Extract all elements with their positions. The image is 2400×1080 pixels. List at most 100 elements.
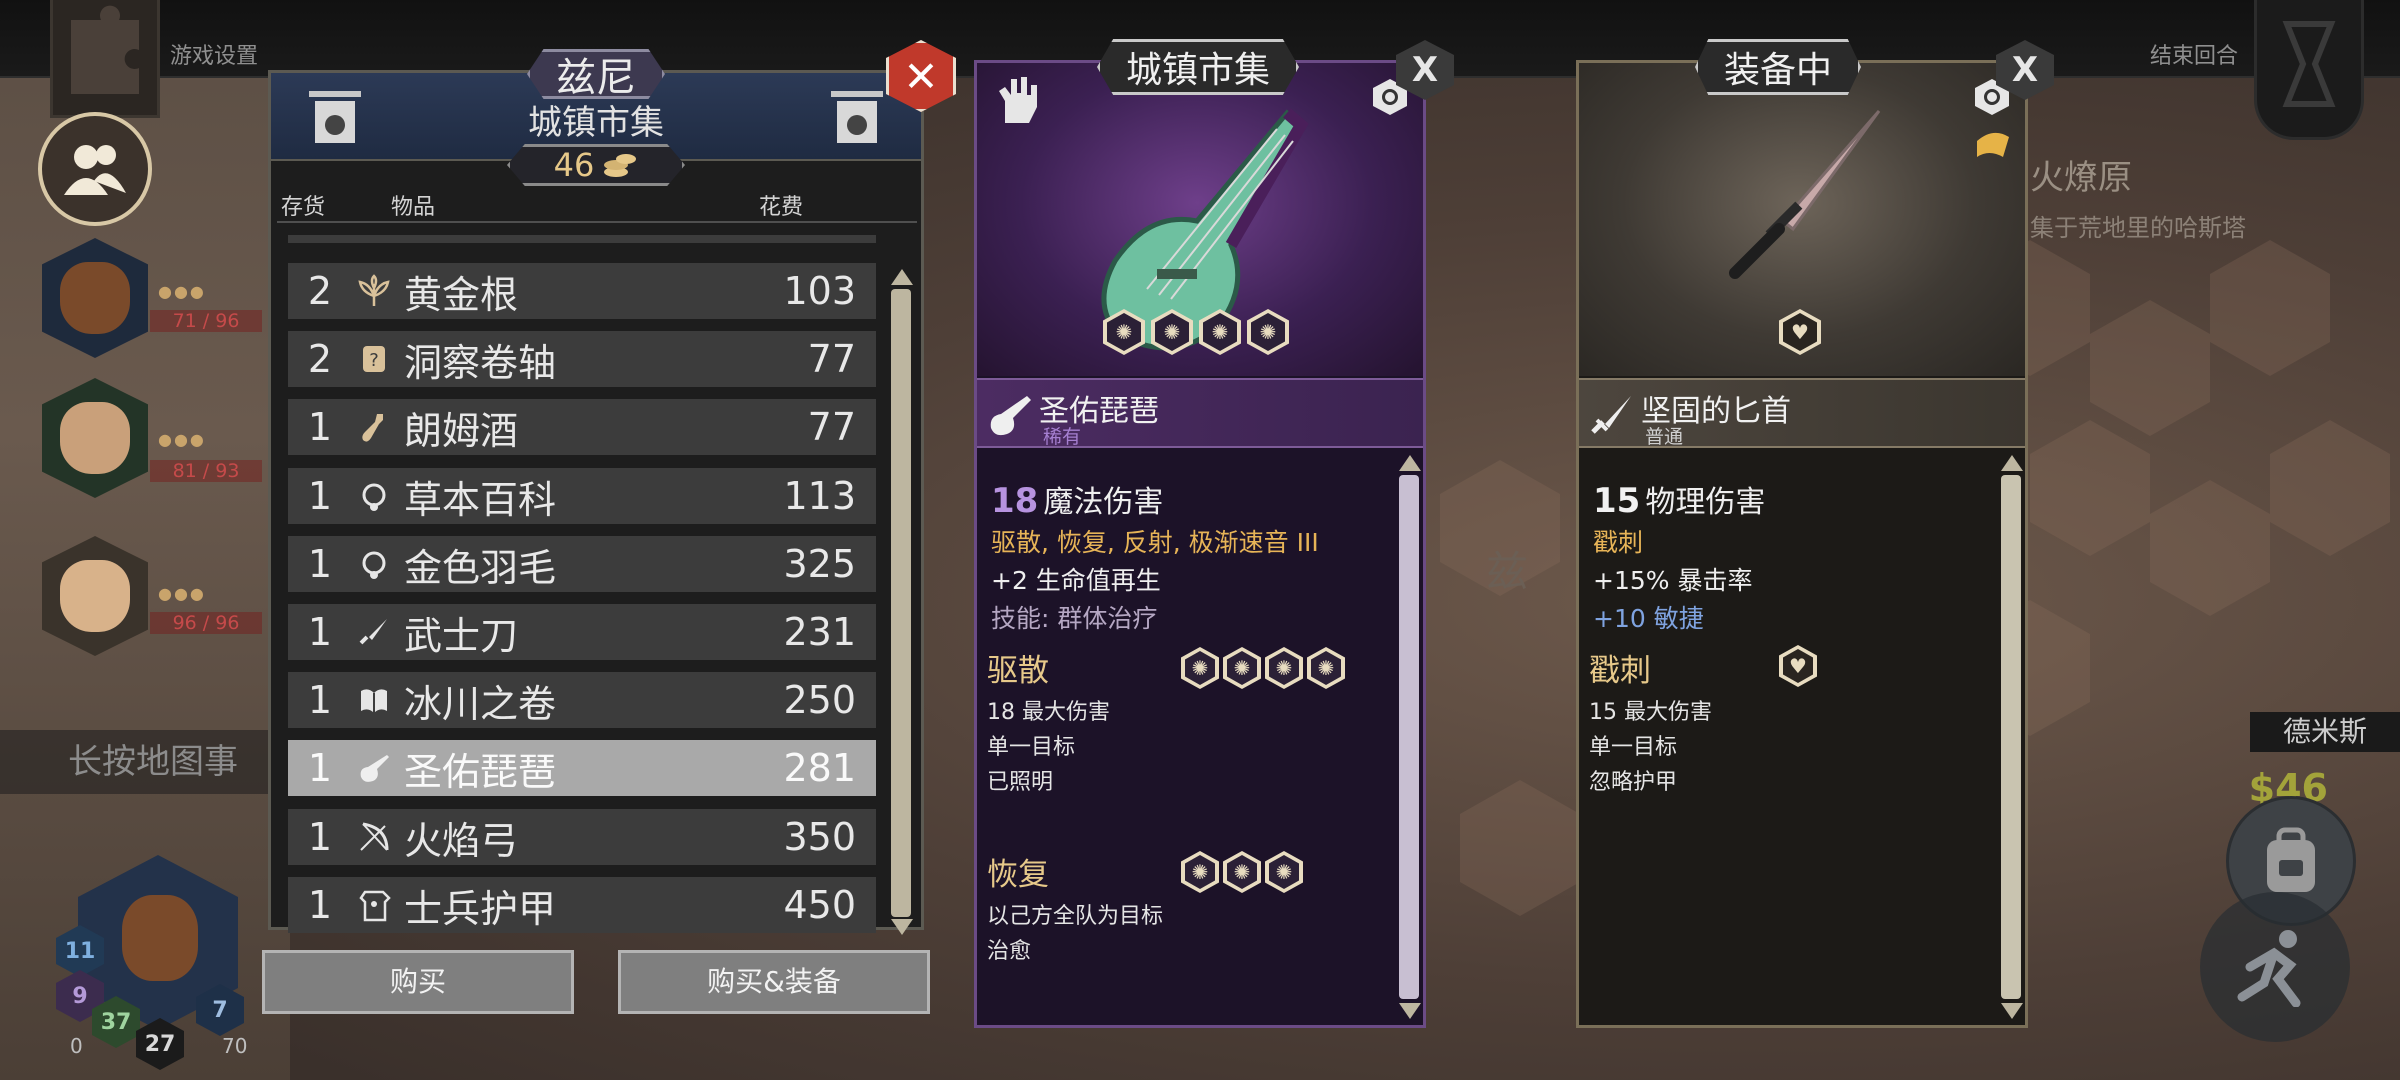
- shop-item-row[interactable]: 1 武士刀 231: [288, 604, 876, 660]
- item-quantity: 1: [307, 542, 333, 586]
- item-quantity: 1: [307, 883, 333, 927]
- item-traits: 戳刺: [1593, 528, 1644, 557]
- hero-action-dots: ●●●: [158, 282, 206, 301]
- puzzle-icon: [71, 5, 139, 94]
- skill-name: 戳刺: [1589, 653, 1651, 689]
- map-hex-tile: [2270, 420, 2390, 556]
- settings-button[interactable]: [50, 0, 160, 118]
- card-scrollbar[interactable]: [2001, 475, 2021, 999]
- necklace-icon: [352, 479, 396, 513]
- item-quantity: 2: [307, 269, 333, 313]
- damage-type: 魔法伤害: [1043, 485, 1164, 520]
- market-item-card: ✺ ✺ ✺ ✺ 城镇市集 圣佑琵琶 稀有 18 魔法伤害 驱散, 恢复, 反射,…: [974, 39, 1426, 1028]
- skill-desc-line: 18 最大伤害: [987, 700, 1110, 725]
- card-scroll-down[interactable]: [2001, 1003, 2023, 1019]
- hero-face: [122, 895, 198, 981]
- scroll-down-arrow[interactable]: [891, 919, 913, 935]
- end-turn-button[interactable]: [2254, 0, 2364, 140]
- item-title-bar: 圣佑琵琶 稀有: [977, 378, 1423, 448]
- item-skill-line: 技能: 群体治疗: [991, 604, 1158, 633]
- shop-item-list[interactable]: 2 黄金根 103 2? 洞察卷轴 77 1 朗姆酒 77 1 草本百科 113 1 金色羽毛 325 1 武士…: [271, 73, 921, 933]
- running-man-icon: [2237, 930, 2301, 1007]
- bow-icon: [352, 820, 396, 854]
- shop-item-row[interactable]: 1 圣佑琵琶 281: [288, 740, 876, 796]
- card-scroll-up[interactable]: [2001, 455, 2023, 471]
- item-title-bar: 坚固的匕首 普通: [1579, 378, 2025, 448]
- hero-face: [60, 262, 130, 334]
- damage-value: 15: [1593, 481, 1641, 521]
- sprint-button[interactable]: [2200, 892, 2350, 1042]
- item-quantity: 1: [307, 610, 333, 654]
- item-name: 圣佑琵琶: [404, 749, 557, 794]
- shop-item-row[interactable]: 1 朗姆酒 77: [288, 399, 876, 455]
- party-button[interactable]: [38, 112, 152, 226]
- skill-desc-line: 忽略护甲: [1589, 770, 1678, 795]
- item-name: 金色羽毛: [404, 545, 557, 590]
- item-price: 113: [783, 474, 856, 518]
- skill-cost-row: ✺ ✺ ✺ ✺: [1181, 647, 1345, 689]
- buy-button[interactable]: 购买: [262, 950, 574, 1014]
- settings-label[interactable]: 游戏设置: [170, 38, 258, 70]
- map-place-name: 火燎原: [2030, 158, 2132, 198]
- item-name: 火焰弓: [404, 818, 519, 863]
- item-quantity: 1: [307, 474, 333, 518]
- skill-pip-icon: ✺: [1181, 851, 1219, 893]
- item-price: 250: [783, 678, 856, 722]
- shop-item-row[interactable]: 2 黄金根 103: [288, 263, 876, 319]
- shop-item-row[interactable]: 1 火焰弓 350: [288, 809, 876, 865]
- damage-line: 18 魔法伤害: [991, 477, 1163, 521]
- npc-name-label: 德米斯: [2250, 712, 2400, 752]
- buy-equip-button[interactable]: 购买&装备: [618, 950, 930, 1014]
- item-price: 325: [783, 542, 856, 586]
- scroll-up-arrow[interactable]: [891, 269, 913, 285]
- shop-panel: 城镇市集 兹尼 46 存货 物品 花费 2 黄金根 103 2? 洞察卷轴 77 1 朗姆酒 7…: [268, 49, 924, 935]
- item-price: 77: [807, 337, 856, 381]
- scrollbar-thumb[interactable]: [891, 289, 911, 917]
- skill-pip-icon: ✺: [1265, 647, 1303, 689]
- skill-desc-line: 治愈: [987, 939, 1032, 964]
- hand-icon: [999, 77, 1037, 123]
- book-icon: [352, 683, 396, 717]
- skill-pip-icon: ✺: [1103, 309, 1145, 355]
- skill-cost-row: ✺ ✺ ✺ ✺: [1103, 309, 1289, 355]
- bottle-icon: [352, 410, 396, 444]
- item-price: 231: [783, 610, 856, 654]
- equip-card-tab: 装备中: [1695, 39, 1862, 95]
- card-scroll-down[interactable]: [1399, 1003, 1421, 1019]
- hero-hp-bar: 71 / 96: [150, 310, 262, 332]
- end-turn-label[interactable]: 结束回合: [2150, 38, 2238, 70]
- item-price: 77: [807, 405, 856, 449]
- hero-hp-bar: 96 / 96: [150, 612, 262, 634]
- sword-icon: [352, 615, 396, 649]
- card-scroll-up[interactable]: [1399, 455, 1421, 471]
- shop-item-row[interactable]: 1 冰川之卷 250: [288, 672, 876, 728]
- scroll-icon: ?: [352, 342, 396, 376]
- skill-name: 驱散: [987, 653, 1049, 689]
- item-art-area: ✺ ✺ ✺ ✺: [977, 63, 1423, 376]
- item-name: 草本百科: [404, 477, 557, 522]
- map-town-label: 兹: [1486, 547, 1529, 596]
- skill-desc: 18 最大伤害 单一目标 已照明: [987, 695, 1110, 800]
- skill-pip-icon: ✺: [1307, 647, 1345, 689]
- item-quantity: 1: [307, 678, 333, 722]
- map-hex-tile: [1460, 780, 1580, 916]
- skill-name: 恢复: [987, 857, 1049, 893]
- dagger-art-icon: [1729, 110, 1881, 279]
- hero-action-dots: ●●●: [158, 430, 206, 449]
- item-quantity: 1: [307, 815, 333, 859]
- skill-pip-icon: ✺: [1247, 309, 1289, 355]
- map-hex-tile: [2090, 300, 2210, 436]
- item-rarity: 普通: [1645, 426, 1684, 448]
- damage-type: 物理伤害: [1645, 485, 1766, 520]
- map-hex-tile: [2210, 240, 2330, 376]
- map-hint-text: 长按地图事: [0, 730, 300, 794]
- item-name: 武士刀: [404, 613, 519, 658]
- item-quantity: 1: [307, 746, 333, 790]
- card-scrollbar[interactable]: [1399, 475, 1419, 999]
- skill-desc: 15 最大伤害 单一目标 忽略护甲: [1589, 695, 1712, 800]
- shop-item-row[interactable]: 1 士兵护甲 450: [288, 877, 876, 933]
- shop-item-row[interactable]: 2? 洞察卷轴 77: [288, 331, 876, 387]
- item-price: 281: [783, 746, 856, 790]
- shop-item-row[interactable]: 1 金色羽毛 325: [288, 536, 876, 592]
- shop-item-row[interactable]: 1 草本百科 113: [288, 468, 876, 524]
